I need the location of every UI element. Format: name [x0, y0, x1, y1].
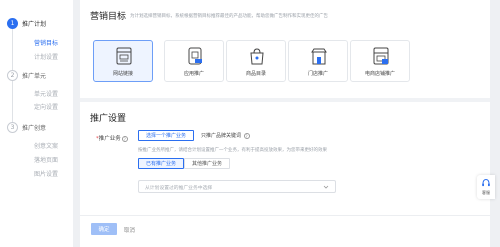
app-promotion-icon — [188, 47, 202, 65]
goal-label: 网站链接 — [112, 71, 133, 77]
business-hint: 按推广业务所推广，请结合计划设置推广一个业务，有利于提高投放效果，为您带来更好的… — [138, 148, 327, 153]
step-label: 推广计划 — [22, 21, 47, 28]
goal-card-store[interactable]: 门店推广 — [288, 40, 348, 82]
sidebar-item-copy[interactable]: 创意文案 — [34, 141, 58, 150]
chevron-down-icon — [323, 185, 329, 189]
step-1[interactable]: 1 推广计划 — [7, 18, 46, 29]
select-business-button[interactable]: 选择一个推广业务 — [138, 130, 194, 141]
goal-label: 应用推广 — [183, 71, 204, 77]
form-footer: 确定 取消 — [80, 215, 490, 247]
goal-card-catalog[interactable]: 商品目录 — [226, 40, 286, 82]
main-card: 营销目标 为计划选择营销目标，系统根据营销目标推荐最佳的产品功能，帮助您做广告制… — [80, 0, 490, 247]
step-connector — [12, 81, 13, 123]
sidebar-item-plan-settings[interactable]: 计划设置 — [34, 52, 58, 61]
step-2[interactable]: 2 推广单元 — [7, 70, 46, 81]
confirm-button[interactable]: 确定 — [91, 223, 117, 235]
section-divider — [80, 98, 490, 102]
sidebar-item-landing[interactable]: 落地页面 — [34, 155, 58, 164]
goal-card-app[interactable]: 应用推广 — [164, 40, 224, 82]
brand-keyword-label: 只推广品牌关键词 — [201, 133, 242, 139]
step-sidebar: 1 推广计划 营销目标 计划设置 2 推广单元 单元设置 定向设置 3 推广创意… — [0, 0, 73, 247]
ecommerce-store-icon — [373, 47, 389, 65]
brand-keyword-option[interactable]: 只推广品牌关键词 ? — [201, 132, 250, 139]
goal-label: 电商店铺推广 — [364, 71, 395, 77]
tab-existing-business[interactable]: 已有推广业务 — [138, 158, 184, 169]
help-icon[interactable]: ? — [121, 135, 128, 142]
step-number: 1 — [7, 18, 18, 29]
cancel-button[interactable]: 取消 — [124, 226, 135, 234]
headset-icon — [482, 178, 490, 187]
goal-card-ecommerce[interactable]: 电商店铺推广 — [350, 40, 410, 82]
product-catalog-icon — [250, 48, 264, 65]
sidebar-item-unit-settings[interactable]: 单元设置 — [34, 89, 58, 98]
tab-other-business[interactable]: 其他推广业务 — [184, 158, 230, 169]
goal-label: 门店推广 — [307, 71, 328, 77]
step-label: 推广单元 — [22, 73, 47, 80]
dropdown-placeholder: 从计划设置过的推广业务中选择 — [145, 186, 213, 191]
customer-service-widget[interactable]: 客服 — [477, 175, 495, 199]
sidebar-item-images[interactable]: 图片设置 — [34, 169, 58, 178]
goal-label: 商品目录 — [245, 71, 266, 77]
store-promotion-icon — [311, 48, 327, 65]
step-connector — [12, 24, 13, 70]
marketing-goal-desc: 为计划选择营销目标，系统根据营销目标推荐最佳的产品功能，帮助您做广告制作和实现更… — [130, 14, 328, 19]
sidebar-item-targeting[interactable]: 定向设置 — [34, 102, 58, 111]
website-link-icon — [116, 47, 132, 65]
help-icon[interactable]: ? — [243, 132, 250, 139]
step-number: 3 — [7, 122, 18, 133]
step-label: 推广创意 — [22, 125, 47, 132]
promo-settings-title: 推广设置 — [90, 114, 127, 124]
business-dropdown[interactable]: 从计划设置过的推广业务中选择 — [138, 180, 336, 193]
step-number: 2 — [7, 70, 18, 81]
business-field-text: 推广业务 — [98, 136, 121, 142]
sidebar-item-marketing-goal[interactable]: 营销目标 — [34, 38, 58, 47]
helper-label: 客服 — [482, 190, 490, 195]
step-3[interactable]: 3 推广创意 — [7, 122, 46, 133]
goal-card-website[interactable]: 网站链接 — [93, 40, 153, 82]
marketing-goal-title: 营销目标 — [90, 12, 127, 22]
business-field-label: *推广业务? — [96, 134, 128, 142]
